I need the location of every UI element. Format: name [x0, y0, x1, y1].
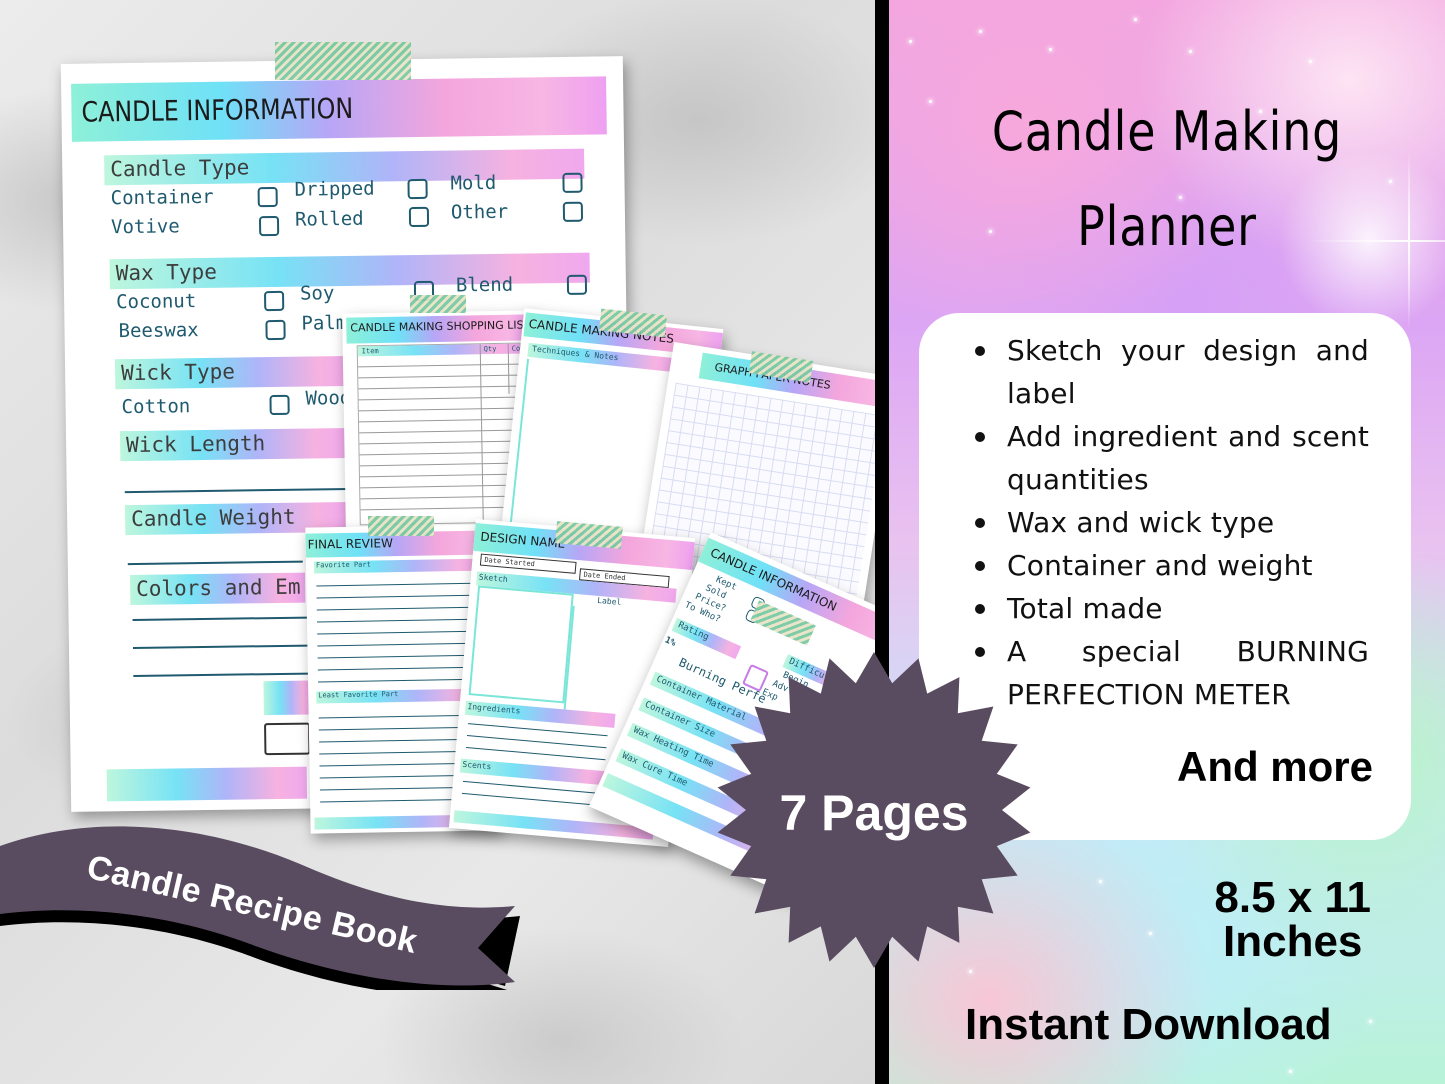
label-heading: Label	[596, 595, 622, 607]
write-line	[127, 560, 303, 566]
checkbox-coconut[interactable]	[263, 290, 285, 312]
table-row	[359, 462, 522, 467]
table-row	[359, 429, 522, 434]
section-bar: Favorite Part	[313, 558, 485, 574]
checkbox-rolled[interactable]	[408, 206, 430, 228]
shopping-table: Item Qty Co	[356, 342, 524, 526]
table-row	[360, 484, 523, 489]
option-label: Blend	[455, 273, 514, 297]
washi-tape	[275, 42, 411, 80]
write-line	[124, 487, 350, 494]
write-line	[132, 644, 308, 650]
and-more-text: And more	[1176, 743, 1373, 790]
page-count-badge: 7 Pages	[714, 650, 1034, 970]
checkbox-cotton[interactable]	[269, 394, 290, 416]
option-label: Cotton	[121, 395, 191, 419]
decor-bar	[263, 680, 310, 716]
checkbox-blend[interactable]	[566, 274, 588, 295]
write-line	[132, 616, 308, 622]
table-row	[358, 407, 521, 412]
page-header-bar: CANDLE MAKING SHOPPING LIST	[346, 314, 531, 344]
product-title-line2: Planner	[1077, 195, 1257, 258]
option-label: Rolled	[294, 207, 364, 231]
checkbox-container[interactable]	[257, 186, 278, 208]
footer-bar	[106, 766, 308, 802]
write-line	[133, 672, 309, 678]
page-size: 8.5 x 11 Inches	[1214, 873, 1371, 966]
option-label: Beeswax	[118, 319, 199, 343]
table-row	[360, 495, 523, 500]
table-row	[358, 374, 521, 379]
instant-download-text: Instant Download	[965, 1000, 1332, 1049]
checkbox-beeswax[interactable]	[265, 319, 286, 341]
section-wick-length: Wick Length	[119, 427, 351, 462]
option-label: Container	[110, 185, 214, 210]
sketch-box	[468, 585, 574, 704]
table-row	[360, 506, 523, 511]
washi-tape	[410, 295, 466, 313]
feature-item: Wax and wick type	[975, 501, 1369, 544]
page-title: CANDLE INFORMATION	[81, 91, 354, 129]
column-header: Qty	[483, 344, 497, 354]
table-row	[358, 385, 521, 390]
option-label: Other	[450, 200, 509, 224]
option-label: Palm	[301, 311, 348, 335]
checkbox-other[interactable]	[562, 201, 584, 222]
option-label: Votive	[110, 215, 180, 239]
table-row	[358, 396, 521, 401]
washi-tape	[368, 516, 434, 536]
table-row	[358, 363, 521, 368]
page-header-bar: CANDLE INFORMATION	[71, 76, 607, 142]
section-wax-type: Wax Type	[109, 252, 590, 290]
product-title-line1: Candle Making	[991, 100, 1343, 163]
checkbox-mold[interactable]	[562, 172, 583, 193]
table-row	[359, 440, 522, 445]
rating-box	[264, 722, 311, 756]
checkbox-votive[interactable]	[258, 215, 280, 237]
option-label: Coconut	[115, 290, 197, 314]
section-wick-type: Wick Type	[114, 355, 356, 390]
column-header: Item	[361, 347, 379, 356]
feature-list: Sketch your design and label Add ingredi…	[975, 329, 1369, 716]
feature-item: A special BURNING PERFECTION METER	[975, 630, 1369, 716]
feature-item: Container and weight	[975, 544, 1369, 587]
table-row	[358, 418, 521, 423]
feature-item: Add ingredient and scent quantities	[975, 415, 1369, 501]
section-colors: Colors and Em	[129, 572, 306, 606]
feature-item: Total made	[975, 587, 1369, 630]
option-label: Dripped	[294, 177, 375, 201]
table-row	[359, 451, 522, 456]
option-label: Mold	[450, 171, 497, 195]
badge-label: 7 Pages	[779, 785, 969, 841]
meter-percent: 1%	[663, 635, 678, 649]
table-row	[359, 473, 522, 478]
feature-item: Sketch your design and label	[975, 329, 1369, 415]
checkbox-dripped[interactable]	[407, 178, 428, 200]
option-label: Soy	[299, 282, 335, 305]
